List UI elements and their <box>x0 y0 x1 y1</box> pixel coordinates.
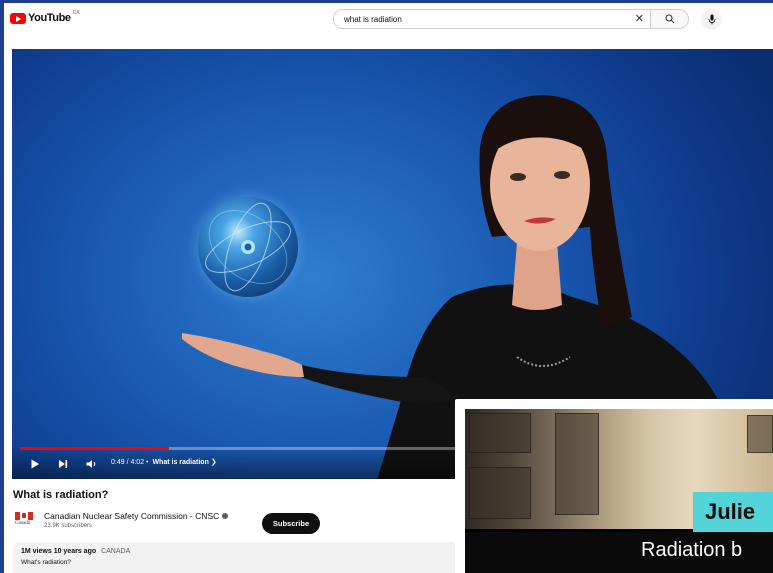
search-input[interactable] <box>344 14 624 24</box>
search-box: ✕ <box>333 9 651 29</box>
play-icon <box>31 459 39 469</box>
cabinet-shape <box>747 415 773 453</box>
video-title: What is radiation? <box>13 489 109 501</box>
lower-third-name: Julie <box>693 492 773 532</box>
cabinet-shape <box>469 467 531 519</box>
verified-icon <box>222 513 229 519</box>
time-elapsed: 0:49 / 4:02 <box>111 459 145 466</box>
canada-flag-icon <box>15 512 33 520</box>
progress-played <box>20 447 169 450</box>
cabinet-shape <box>469 413 531 453</box>
chevron-right-icon[interactable]: ❯ <box>211 459 217 466</box>
next-button[interactable] <box>56 457 70 471</box>
play-button[interactable] <box>28 457 42 471</box>
youtube-play-icon <box>10 12 26 24</box>
chapter-title[interactable]: What is radiation <box>152 459 208 466</box>
description-box[interactable]: 1M views 10 years ago CANADA What's radi… <box>13 542 461 573</box>
upload-age: 10 years ago <box>53 548 97 555</box>
voice-search-button[interactable] <box>701 9 722 30</box>
skip-next-icon <box>59 460 68 468</box>
subscribe-button[interactable]: Subscribe <box>262 513 320 534</box>
description-meta: 1M views 10 years ago CANADA <box>21 548 130 555</box>
youtube-logo[interactable]: YouTube CA <box>10 10 80 24</box>
clear-search-icon[interactable]: ✕ <box>635 13 644 25</box>
volume-button[interactable] <box>85 457 99 471</box>
separator: • <box>146 459 151 466</box>
volume-icon <box>86 460 96 468</box>
door-shape <box>555 413 599 515</box>
channel-name-line[interactable]: Canadian Nuclear Safety Commission - CNS… <box>44 511 229 521</box>
search-button[interactable] <box>651 9 689 29</box>
masthead: YouTube CA ✕ <box>4 3 773 39</box>
view-count: 1M views <box>21 548 52 555</box>
channel-logo-text: Canadä <box>15 521 30 526</box>
country-code: CA <box>72 10 80 16</box>
microphone-icon <box>708 14 715 25</box>
overlay-video-frame: Julie Radiation b <box>465 409 773 573</box>
time-display: 0:49 / 4:02 • What is radiation ❯ <box>111 458 217 466</box>
logo-text: YouTube <box>28 12 71 24</box>
lower-third-caption: Radiation b <box>465 532 773 573</box>
subscriber-count: 23.9K subscribers <box>44 523 93 529</box>
channel-name[interactable]: Canadian Nuclear Safety Commission - CNS… <box>44 511 219 521</box>
location-tag[interactable]: CANADA <box>101 548 130 555</box>
channel-avatar[interactable]: Canadä <box>15 512 35 530</box>
overlay-video-thumbnail[interactable]: Julie Radiation b <box>455 399 773 573</box>
search-icon <box>665 14 674 24</box>
description-text: What's radiation? <box>21 559 72 566</box>
